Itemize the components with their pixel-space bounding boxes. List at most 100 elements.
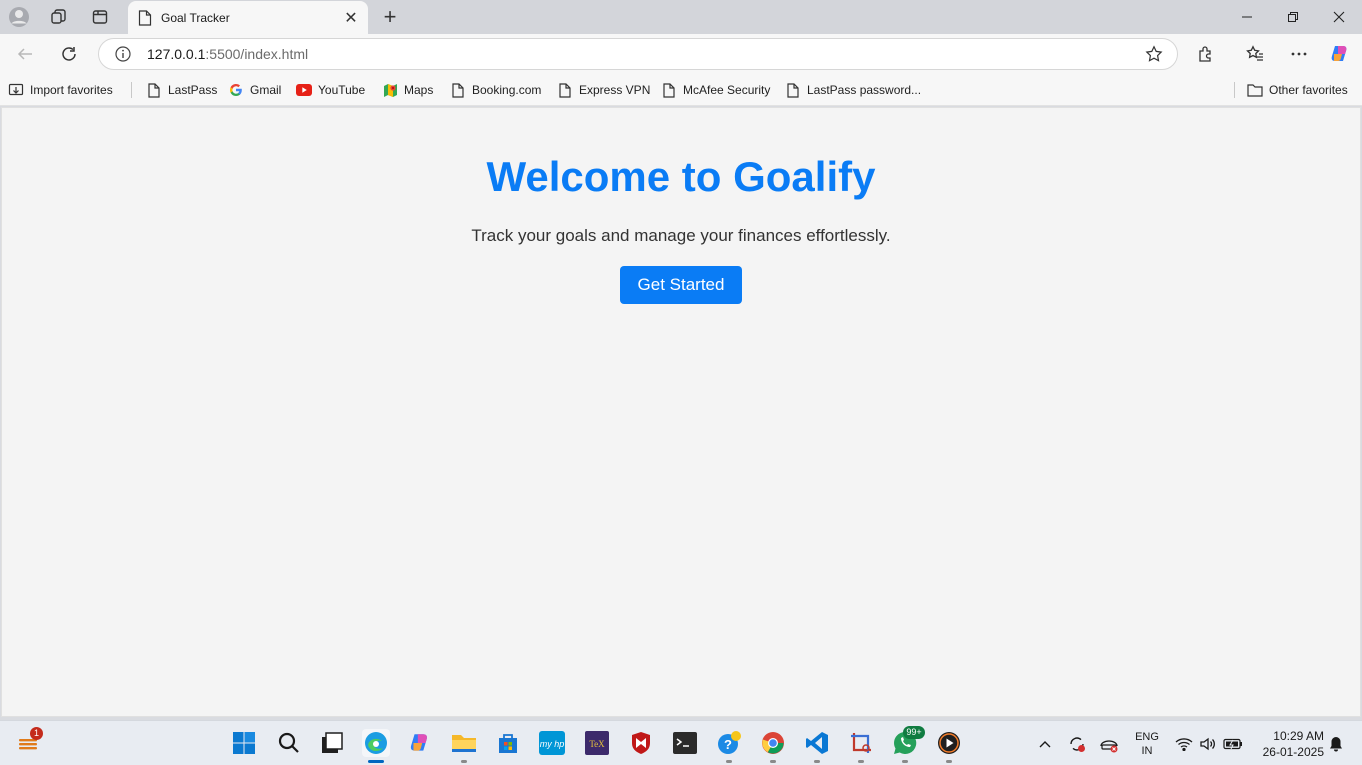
file-explorer-icon[interactable] — [450, 729, 478, 757]
site-info-icon[interactable] — [115, 46, 131, 62]
page-icon — [557, 82, 573, 98]
fav-booking[interactable]: Booking.com — [450, 80, 541, 100]
fav-label: Import favorites — [30, 83, 113, 97]
clock-time: 10:29 AM — [1273, 729, 1324, 743]
sync-icon[interactable] — [1066, 721, 1088, 765]
fav-label: LastPass password... — [807, 83, 922, 97]
new-tab-icon[interactable]: + — [378, 4, 402, 29]
address-url: 127.0.0.1:5500/index.html — [147, 46, 308, 62]
back-icon[interactable] — [11, 40, 39, 68]
media-player-icon[interactable] — [935, 729, 963, 757]
page-icon — [146, 82, 162, 98]
fav-express-vpn[interactable]: Express VPN — [557, 80, 650, 100]
snipping-tool-icon[interactable] — [847, 729, 875, 757]
url-path: :5500/index.html — [205, 46, 309, 62]
vscode-running-indicator — [814, 760, 820, 763]
explorer-running-indicator — [461, 760, 467, 763]
google-icon — [228, 82, 244, 98]
page-icon — [138, 9, 152, 26]
minimize-icon[interactable] — [1224, 0, 1270, 34]
tab-actions-icon[interactable] — [86, 5, 114, 29]
fav-other-favorites[interactable]: Other favorites — [1247, 80, 1348, 100]
page-icon — [450, 82, 466, 98]
search-icon[interactable] — [275, 729, 303, 757]
whatsapp-running-indicator — [902, 760, 908, 763]
browser-toolbar: 127.0.0.1:5500/index.html — [0, 34, 1362, 74]
workspaces-icon[interactable] — [45, 5, 73, 29]
folder-icon — [1247, 82, 1263, 98]
import-icon — [8, 82, 24, 98]
favorites-list-icon[interactable] — [1241, 40, 1269, 68]
copilot-icon[interactable] — [1326, 40, 1354, 68]
favorites-bar: Import favorites LastPass Gmail YouTube … — [0, 74, 1362, 106]
tab-close-icon[interactable]: ✕ — [340, 7, 362, 29]
network-error-icon[interactable] — [1098, 721, 1120, 765]
mcafee-icon[interactable] — [627, 729, 655, 757]
get-started-button[interactable]: Get Started — [620, 266, 742, 304]
fav-gmail[interactable]: Gmail — [228, 80, 281, 100]
svg-text:my hp: my hp — [540, 739, 565, 749]
fav-label: LastPass — [168, 83, 218, 97]
volume-icon[interactable] — [1198, 721, 1218, 765]
fav-youtube[interactable]: YouTube — [296, 80, 365, 100]
weather-icon[interactable]: 1 — [14, 727, 43, 757]
url-host: 127.0.0.1 — [147, 46, 206, 62]
page-viewport: Welcome to Goalify Track your goals and … — [1, 107, 1361, 717]
weather-badge: 1 — [30, 727, 43, 740]
svg-text:?: ? — [724, 737, 732, 752]
fav-lastpass[interactable]: LastPass — [146, 80, 217, 100]
whatsapp-badge: 99+ — [903, 726, 925, 739]
youtube-icon — [296, 82, 312, 98]
refresh-icon[interactable] — [55, 40, 83, 68]
clock-date: 26-01-2025 — [1262, 745, 1324, 759]
copilot-taskbar-icon[interactable] — [406, 729, 434, 757]
fav-lastpass-password[interactable]: LastPass password... — [785, 80, 921, 100]
page-title: Welcome to Goalify — [486, 153, 876, 200]
fav-mcafee[interactable]: McAfee Security — [661, 80, 770, 100]
fav-label: Express VPN — [579, 83, 651, 97]
notification-bell-icon[interactable] — [1326, 721, 1346, 765]
snipping-running-indicator — [858, 760, 864, 763]
show-hidden-icons-chevron-icon[interactable] — [1036, 721, 1054, 765]
chrome-running-indicator — [770, 760, 776, 763]
page-subtitle: Track your goals and manage your finance… — [471, 226, 891, 245]
texstudio-icon[interactable]: TeX — [583, 729, 611, 757]
address-bar[interactable]: 127.0.0.1:5500/index.html — [98, 38, 1178, 70]
whatsapp-icon[interactable]: 99+ — [891, 726, 925, 757]
help-icon[interactable]: ? — [715, 729, 743, 757]
more-menu-icon[interactable] — [1285, 40, 1313, 68]
system-clock[interactable]: 10:29 AM 26-01-2025 — [1250, 728, 1324, 760]
favorites-divider — [131, 82, 132, 98]
battery-icon[interactable] — [1222, 721, 1244, 765]
fav-label: McAfee Security — [683, 83, 771, 97]
svg-text:TeX: TeX — [589, 739, 605, 749]
input-language-indicator[interactable]: ENG IN — [1130, 730, 1164, 758]
maps-icon — [382, 82, 398, 98]
tab-goal-tracker[interactable]: Goal Tracker ✕ — [128, 1, 368, 34]
lang-code: ENG — [1135, 731, 1159, 743]
myhp-icon[interactable]: my hp — [538, 729, 566, 757]
media-running-indicator — [946, 760, 952, 763]
wifi-icon[interactable] — [1174, 721, 1194, 765]
store-icon[interactable] — [494, 729, 522, 757]
restore-icon[interactable] — [1270, 0, 1316, 34]
page-icon — [661, 82, 677, 98]
fav-import-favorites[interactable]: Import favorites — [8, 80, 113, 100]
vscode-icon[interactable] — [803, 729, 831, 757]
favorite-star-icon[interactable] — [1145, 45, 1163, 63]
task-view-icon[interactable] — [318, 729, 346, 757]
help-running-indicator — [726, 760, 732, 763]
edge-taskbar-icon[interactable] — [362, 729, 390, 757]
chrome-icon[interactable] — [759, 729, 787, 757]
close-window-icon[interactable] — [1316, 0, 1362, 34]
fav-label: Gmail — [250, 83, 282, 97]
page-icon — [785, 82, 801, 98]
start-icon[interactable] — [230, 729, 258, 757]
fav-maps[interactable]: Maps — [382, 80, 433, 100]
fav-label: YouTube — [318, 83, 366, 97]
tab-title: Goal Tracker — [161, 10, 230, 25]
terminal-icon[interactable] — [671, 729, 699, 757]
profile-icon[interactable] — [5, 5, 33, 29]
extensions-icon[interactable] — [1192, 40, 1220, 68]
title-bar: Goal Tracker ✕ + — [0, 0, 1362, 34]
